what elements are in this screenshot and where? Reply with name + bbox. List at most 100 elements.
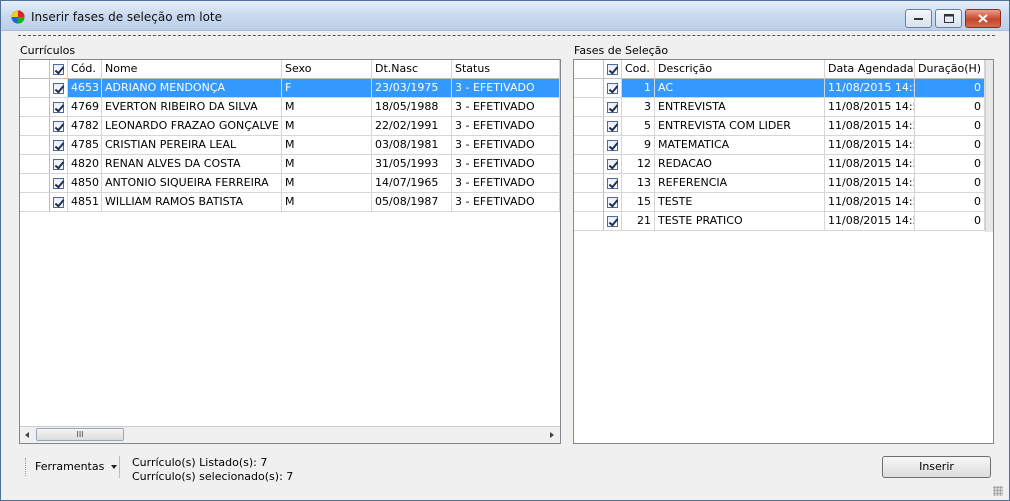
vertical-scrollbar[interactable] — [985, 60, 993, 232]
cell-nome[interactable]: ADRIANO MENDONÇA — [102, 79, 282, 98]
row-checkbox-cell[interactable] — [604, 98, 622, 117]
table-row[interactable]: 1AC11/08/2015 14:580 — [574, 79, 993, 98]
row-header[interactable] — [20, 174, 50, 193]
cell-data[interactable]: 11/08/2015 14:58 — [825, 193, 915, 212]
cell-cod[interactable]: 4785 — [68, 136, 102, 155]
cell-duracao[interactable]: 0 — [915, 136, 985, 155]
checkbox[interactable] — [607, 83, 618, 94]
header-select-all[interactable] — [604, 60, 622, 79]
cell-data[interactable]: 11/08/2015 14:58 — [825, 212, 915, 231]
cell-nome[interactable]: ANTONIO SIQUEIRA FERREIRA — [102, 174, 282, 193]
close-button[interactable] — [965, 9, 1001, 28]
cell-cod[interactable]: 4851 — [68, 193, 102, 212]
cell-descricao[interactable]: MATEMATICA — [655, 136, 825, 155]
row-checkbox-cell[interactable] — [50, 98, 68, 117]
row-checkbox-cell[interactable] — [50, 136, 68, 155]
cell-data[interactable]: 11/08/2015 14:58 — [825, 79, 915, 98]
cell-data[interactable]: 11/08/2015 14:58 — [825, 174, 915, 193]
row-checkbox-cell[interactable] — [604, 212, 622, 231]
checkbox[interactable] — [607, 216, 618, 227]
row-checkbox-cell[interactable] — [50, 174, 68, 193]
row-checkbox-cell[interactable] — [50, 117, 68, 136]
header-select-all[interactable] — [50, 60, 68, 79]
table-row[interactable]: 5ENTREVISTA COM LIDER11/08/2015 14:580 — [574, 117, 993, 136]
cell-cod[interactable]: 1 — [622, 79, 655, 98]
cell-duracao[interactable]: 0 — [915, 98, 985, 117]
cell-sexo[interactable]: M — [282, 193, 372, 212]
checkbox[interactable] — [53, 197, 64, 208]
col-header-dtnasc[interactable]: Dt.Nasc — [372, 60, 452, 79]
cell-cod[interactable]: 13 — [622, 174, 655, 193]
table-row[interactable]: 4851 WILLIAM RAMOS BATISTA M 05/08/1987 3 - … — [20, 193, 560, 212]
cell-sexo[interactable]: M — [282, 174, 372, 193]
checkbox[interactable] — [53, 64, 64, 75]
checkbox[interactable] — [53, 178, 64, 189]
row-checkbox-cell[interactable] — [50, 79, 68, 98]
inserir-button[interactable]: Inserir — [882, 456, 991, 478]
row-header[interactable] — [574, 117, 604, 136]
checkbox[interactable] — [53, 102, 64, 113]
col-header-sexo[interactable]: Sexo — [282, 60, 372, 79]
title-bar[interactable]: Inserir fases de seleção em lote — [1, 1, 1009, 31]
cell-duracao[interactable]: 0 — [915, 193, 985, 212]
cell-descricao[interactable]: REFERENCIA — [655, 174, 825, 193]
maximize-button[interactable] — [935, 9, 962, 28]
row-checkbox-cell[interactable] — [50, 155, 68, 174]
cell-duracao[interactable]: 0 — [915, 155, 985, 174]
cell-cod[interactable]: 21 — [622, 212, 655, 231]
row-header[interactable] — [20, 98, 50, 117]
cell-descricao[interactable]: ENTREVISTA COM LIDER — [655, 117, 825, 136]
col-header-data-agendada[interactable]: Data Agendada — [825, 60, 915, 79]
cell-data[interactable]: 11/08/2015 14:58 — [825, 136, 915, 155]
cell-status[interactable]: 3 - EFETIVADO — [452, 174, 560, 193]
row-checkbox-cell[interactable] — [50, 193, 68, 212]
cell-dtnasc[interactable]: 18/05/1988 — [372, 98, 452, 117]
checkbox[interactable] — [607, 64, 618, 75]
curriculos-grid[interactable]: Cód. Nome Sexo Dt.Nasc Status 4653 ADRIAN… — [19, 59, 561, 444]
table-row[interactable]: 4769 EVERTON RIBEIRO DA SILVA M 18/05/1988 3… — [20, 98, 560, 117]
table-row[interactable]: 21TESTE PRATICO11/08/2015 14:580 — [574, 212, 993, 231]
cell-cod[interactable]: 3 — [622, 98, 655, 117]
row-checkbox-cell[interactable] — [604, 155, 622, 174]
cell-data[interactable]: 11/08/2015 14:58 — [825, 155, 915, 174]
cell-sexo[interactable]: M — [282, 117, 372, 136]
cell-cod[interactable]: 4769 — [68, 98, 102, 117]
cell-nome[interactable]: WILLIAM RAMOS BATISTA — [102, 193, 282, 212]
table-row[interactable]: 4782 LEONARDO FRAZAO GONÇALVE M 22/02/1991 3… — [20, 117, 560, 136]
cell-sexo[interactable]: M — [282, 98, 372, 117]
col-header-status[interactable]: Status — [452, 60, 560, 79]
cell-descricao[interactable]: REDACAO — [655, 155, 825, 174]
row-header[interactable] — [574, 174, 604, 193]
cell-status[interactable]: 3 - EFETIVADO — [452, 98, 560, 117]
cell-cod[interactable]: 5 — [622, 117, 655, 136]
cell-status[interactable]: 3 - EFETIVADO — [452, 117, 560, 136]
row-header[interactable] — [574, 212, 604, 231]
minimize-button[interactable] — [905, 9, 932, 28]
cell-dtnasc[interactable]: 05/08/1987 — [372, 193, 452, 212]
cell-nome[interactable]: LEONARDO FRAZAO GONÇALVE — [102, 117, 282, 136]
cell-status[interactable]: 3 - EFETIVADO — [452, 155, 560, 174]
cell-duracao[interactable]: 0 — [915, 212, 985, 231]
col-header-duracao[interactable]: Duração(H) — [915, 60, 985, 79]
cell-descricao[interactable]: TESTE PRATICO — [655, 212, 825, 231]
table-row[interactable]: 4820 RENAN ALVES DA COSTA M 31/05/1993 3 - E… — [20, 155, 560, 174]
table-row[interactable]: 13REFERENCIA11/08/2015 14:580 — [574, 174, 993, 193]
checkbox[interactable] — [53, 83, 64, 94]
table-row[interactable]: 3ENTREVISTA11/08/2015 14:580 — [574, 98, 993, 117]
checkbox[interactable] — [53, 159, 64, 170]
resize-grip-icon[interactable] — [993, 486, 1003, 496]
cell-cod[interactable]: 12 — [622, 155, 655, 174]
cell-nome[interactable]: EVERTON RIBEIRO DA SILVA — [102, 98, 282, 117]
row-header[interactable] — [574, 155, 604, 174]
cell-descricao[interactable]: TESTE — [655, 193, 825, 212]
cell-duracao[interactable]: 0 — [915, 174, 985, 193]
checkbox[interactable] — [53, 121, 64, 132]
row-checkbox-cell[interactable] — [604, 193, 622, 212]
cell-dtnasc[interactable]: 14/07/1965 — [372, 174, 452, 193]
cell-duracao[interactable]: 0 — [915, 117, 985, 136]
row-header[interactable] — [20, 155, 50, 174]
cell-data[interactable]: 11/08/2015 14:58 — [825, 98, 915, 117]
table-row[interactable]: 4850 ANTONIO SIQUEIRA FERREIRA M 14/07/1965… — [20, 174, 560, 193]
cell-cod[interactable]: 9 — [622, 136, 655, 155]
checkbox[interactable] — [607, 140, 618, 151]
